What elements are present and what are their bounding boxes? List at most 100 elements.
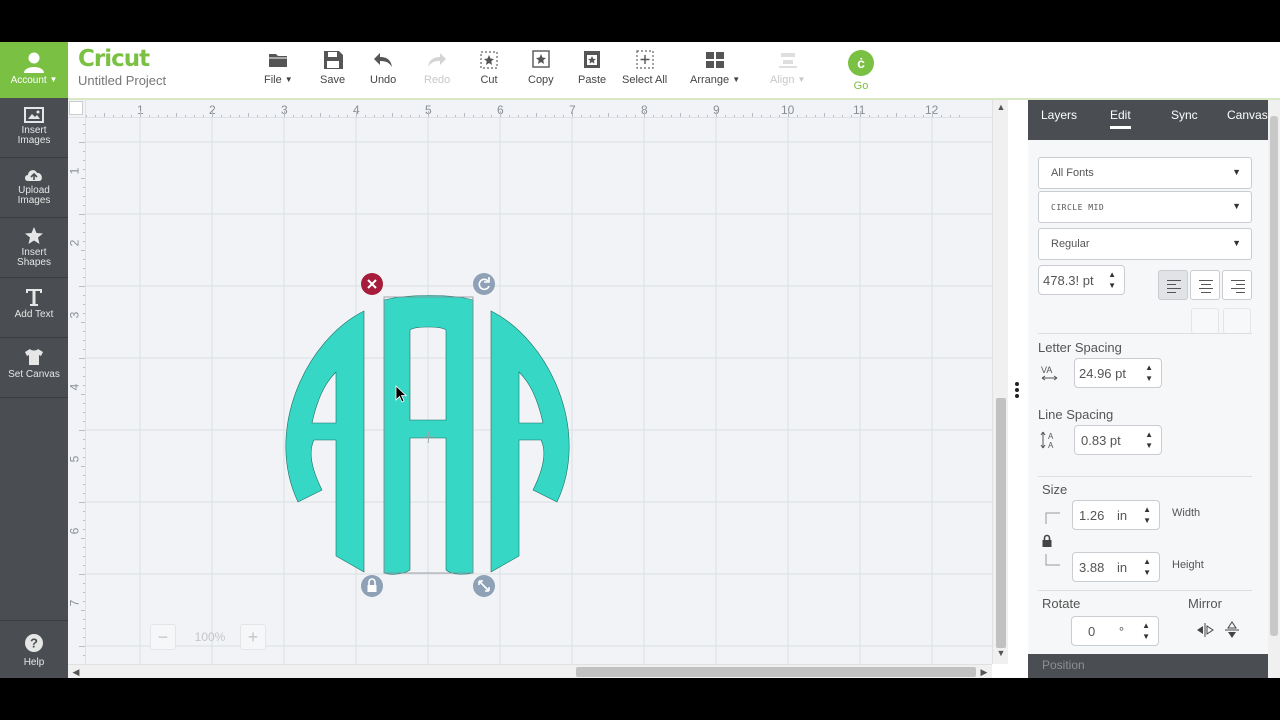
sidebar-item-add-text[interactable]: Add Text — [0, 278, 68, 338]
lock-handle[interactable] — [361, 575, 383, 597]
redo-button[interactable]: Redo — [424, 50, 450, 86]
arrange-label: Arrange — [690, 74, 730, 86]
delete-handle[interactable] — [361, 273, 383, 295]
mirror-vertical-icon[interactable] — [1224, 621, 1240, 639]
width-stepper[interactable]: 1.26 in ▲ ▼ — [1072, 500, 1160, 530]
zoom-out-button[interactable]: − — [150, 624, 176, 650]
arrange-icon — [706, 52, 725, 68]
width-value: 1.26 — [1079, 508, 1105, 523]
arrange-menu-button[interactable]: Arrange ▼ — [690, 50, 740, 86]
undo-button[interactable]: Undo — [370, 50, 396, 86]
select-all-button[interactable]: Select All — [622, 50, 667, 86]
file-menu-button[interactable]: File ▼ — [264, 50, 293, 86]
chevron-down-icon: ▼ — [284, 75, 293, 84]
cricut-design-space-window: Account ▼ Insert Images Upload Images In… — [0, 42, 1280, 678]
stepper-down-icon[interactable]: ▼ — [1142, 632, 1150, 641]
letter-spacing-stepper[interactable]: 24.96 pt ▲ ▼ — [1074, 358, 1162, 388]
account-button[interactable]: Account ▼ — [0, 42, 68, 98]
undo-icon — [374, 53, 393, 67]
sidebar-item-insert-images[interactable]: Insert Images — [0, 98, 68, 158]
scroll-down-arrow[interactable]: ▼ — [993, 648, 1009, 662]
help-button[interactable]: ? Help — [0, 620, 68, 678]
rotate-label: Rotate — [1042, 596, 1081, 611]
resize-handle[interactable] — [473, 575, 495, 597]
top-toolbar: Cricut Untitled Project File ▼ Save Undo… — [68, 42, 1280, 100]
degree-symbol: ° — [1118, 624, 1125, 639]
project-name: Untitled Project — [78, 73, 167, 88]
font-name-value: CIRCLE MID — [1051, 203, 1105, 212]
tab-sync[interactable]: Sync — [1171, 108, 1198, 122]
position-label: Position — [1042, 658, 1085, 672]
align-menu-button[interactable]: Align ▼ — [770, 50, 805, 86]
scroll-left-arrow[interactable]: ◀ — [68, 665, 84, 678]
font-style-dropdown[interactable]: Regular ▼ — [1038, 228, 1252, 260]
svg-text:VA: VA — [1041, 365, 1052, 375]
align-left-button[interactable] — [1158, 270, 1188, 300]
tab-layers[interactable]: Layers — [1041, 108, 1077, 122]
cricut-logo: Cricut — [78, 46, 150, 72]
cut-button[interactable]: Cut — [478, 50, 500, 86]
align-right-button[interactable] — [1222, 270, 1252, 300]
font-filter-dropdown[interactable]: All Fonts ▼ — [1038, 157, 1252, 189]
mirror-horizontal-icon[interactable] — [1196, 622, 1214, 638]
advanced-text-button[interactable] — [1223, 308, 1251, 334]
sidebar-item-upload-images[interactable]: Upload Images — [0, 158, 68, 218]
save-button[interactable]: Save — [320, 50, 345, 86]
canvas-vertical-scrollbar[interactable]: ▲ ▼ — [992, 100, 1008, 664]
letter-left-a[interactable] — [285, 310, 365, 573]
stepper-down-icon[interactable]: ▼ — [1145, 374, 1153, 383]
align-right-icon — [1231, 280, 1245, 296]
stepper-down-icon[interactable]: ▼ — [1143, 516, 1151, 525]
stepper-down-icon[interactable]: ▼ — [1145, 441, 1153, 450]
scroll-thumb[interactable] — [996, 398, 1006, 648]
font-filter-value: All Fonts — [1051, 167, 1094, 179]
align-center-button[interactable] — [1190, 270, 1220, 300]
canvas-horizontal-scrollbar[interactable]: ◀ ▶ — [68, 664, 992, 678]
curve-text-button[interactable] — [1191, 308, 1219, 334]
letter-right-a[interactable] — [490, 310, 570, 573]
save-icon — [323, 51, 343, 69]
copy-icon — [532, 50, 550, 68]
copy-button[interactable]: Copy — [528, 50, 554, 86]
font-style-value: Regular — [1051, 238, 1090, 250]
tab-canvas[interactable]: Canvas — [1227, 108, 1268, 122]
lock-icon[interactable] — [1041, 534, 1053, 548]
sidebar-item-insert-shapes[interactable]: Insert Shapes — [0, 218, 68, 278]
letter-spacing-value: 24.96 pt — [1079, 366, 1126, 381]
panel-splitter[interactable] — [1008, 100, 1028, 678]
svg-text:?: ? — [30, 636, 38, 651]
edit-panel-content: All Fonts ▼ CIRCLE MID ▼ Regular ▼ 478.3… — [1028, 140, 1268, 678]
panel-scrollbar[interactable] — [1268, 100, 1280, 678]
monogram-letters[interactable] — [285, 295, 570, 575]
height-stepper[interactable]: 3.88 in ▲ ▼ — [1072, 552, 1160, 582]
stepper-down-icon[interactable]: ▼ — [1143, 568, 1151, 577]
rotate-stepper[interactable]: 0 ° ▲ ▼ — [1071, 616, 1159, 646]
redo-label: Redo — [424, 74, 451, 86]
monogram-design[interactable] — [68, 100, 992, 678]
go-button[interactable]: ċ Go — [848, 50, 874, 92]
align-label: Align — [770, 74, 795, 86]
brand: Cricut Untitled Project — [78, 46, 166, 88]
scroll-right-arrow[interactable]: ▶ — [976, 665, 992, 678]
sidebar-item-set-canvas[interactable]: Set Canvas — [0, 338, 68, 398]
font-dropdown[interactable]: CIRCLE MID ▼ — [1038, 191, 1252, 223]
stepper-up-icon[interactable]: ▲ — [1143, 557, 1151, 566]
font-size-stepper[interactable]: 478.3! pt ▲ ▼ — [1038, 265, 1125, 295]
stepper-up-icon[interactable]: ▲ — [1145, 430, 1153, 439]
stepper-up-icon[interactable]: ▲ — [1143, 505, 1151, 514]
tab-edit[interactable]: Edit — [1110, 108, 1131, 129]
line-spacing-stepper[interactable]: 0.83 pt ▲ ▼ — [1074, 425, 1162, 455]
scroll-up-arrow[interactable]: ▲ — [993, 102, 1009, 116]
save-label: Save — [320, 74, 346, 86]
design-canvas[interactable]: 1 2 3 4 5 6 7 8 9 10 11 12 1234567 − 100… — [68, 100, 992, 678]
stepper-up-icon[interactable]: ▲ — [1108, 270, 1116, 279]
stepper-down-icon[interactable]: ▼ — [1108, 281, 1116, 290]
zoom-in-button[interactable]: + — [240, 624, 266, 650]
scroll-thumb[interactable] — [576, 667, 976, 677]
rotate-handle[interactable] — [473, 273, 495, 295]
stepper-up-icon[interactable]: ▲ — [1145, 363, 1153, 372]
paste-button[interactable]: Paste — [578, 50, 606, 86]
scroll-thumb[interactable] — [1270, 116, 1278, 636]
position-section-header[interactable]: Position — [1028, 654, 1268, 678]
stepper-up-icon[interactable]: ▲ — [1142, 621, 1150, 630]
